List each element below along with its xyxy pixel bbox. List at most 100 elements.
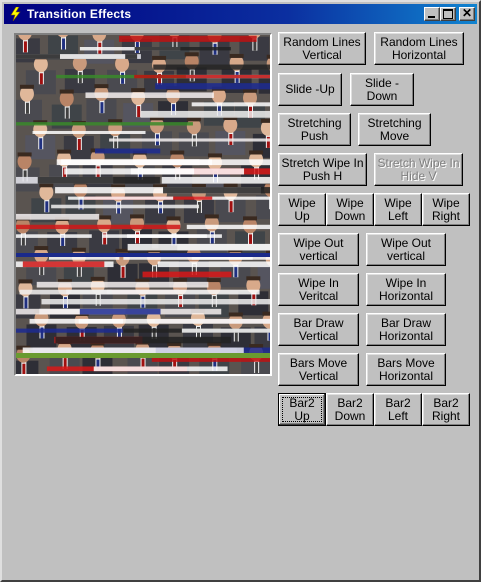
- hair: [170, 150, 185, 155]
- hair: [173, 278, 188, 283]
- tie: [45, 201, 49, 213]
- hair: [260, 118, 270, 123]
- button-label-line: Wipe: [432, 195, 460, 210]
- button-label-line: Wipe In: [385, 275, 427, 290]
- transition-stripe: [161, 176, 270, 184]
- hair: [34, 246, 49, 251]
- hair: [115, 248, 130, 253]
- button-label-line: Wipe: [384, 195, 412, 210]
- transition-stripe: [153, 64, 270, 70]
- button-label-line: Horizontal: [378, 288, 434, 303]
- hair: [39, 183, 54, 188]
- transition-stripe: [186, 224, 270, 230]
- wipe-down-button[interactable]: Wipe Down: [326, 193, 374, 226]
- bars-move-horizontal-button[interactable]: Bars Move Horizontal: [366, 353, 446, 386]
- wipe-out-vertical-button[interactable]: Wipe Out vertical: [278, 233, 359, 266]
- stretch-wipe-in-push-h-button[interactable]: Stretch Wipe In Push H: [278, 153, 367, 186]
- hair: [243, 216, 258, 221]
- button-label-line: Random Lines: [283, 34, 361, 49]
- transition-stripe: [85, 92, 214, 98]
- tie: [62, 38, 66, 50]
- button-label-line: Push H: [302, 168, 343, 183]
- button-label-line: Wipe Out: [380, 235, 431, 250]
- stretch-wipe-in-hide-v-button[interactable]: Stretch Wipe In Hide V: [374, 153, 463, 186]
- button-label-line: Bar2: [289, 395, 315, 410]
- transition-stripe: [61, 159, 212, 166]
- stretching-move-button[interactable]: Stretching Move: [358, 113, 431, 146]
- hair: [131, 88, 146, 93]
- bar2-up-button[interactable]: Bar2 Up: [278, 393, 326, 426]
- transition-stripe: [37, 176, 160, 184]
- button-label-line: Vertical: [298, 368, 339, 383]
- transition-stripe: [94, 148, 161, 154]
- button-label-line: Bar2: [385, 395, 411, 410]
- tie: [255, 362, 259, 374]
- tie: [210, 232, 214, 244]
- hair: [184, 52, 199, 57]
- bar-draw-horizontal-button[interactable]: Bar Draw Horizontal: [366, 313, 446, 346]
- button-label-line: vertical: [299, 248, 338, 263]
- transition-stripe: [163, 187, 270, 194]
- bar2-left-button[interactable]: Bar2 Left: [374, 393, 422, 426]
- transition-preview-image: [14, 33, 272, 376]
- transition-stripe: [134, 46, 231, 51]
- slide-down-button[interactable]: Slide -Down: [350, 73, 414, 106]
- tie: [39, 138, 43, 150]
- transition-stripe: [177, 243, 270, 251]
- random-lines-vertical-button[interactable]: Random Lines Vertical: [278, 32, 366, 65]
- button-label-line: Stretching: [367, 115, 422, 130]
- transition-stripe: [79, 308, 161, 315]
- tie: [77, 138, 81, 150]
- bar2-right-button[interactable]: Bar2 Right: [422, 393, 470, 426]
- transition-stripe: [16, 122, 193, 126]
- wipe-out-vertical-2-button[interactable]: Wipe Out vertical: [366, 233, 446, 266]
- transition-stripe: [41, 299, 270, 305]
- maximize-icon: [443, 9, 453, 19]
- button-label-line: Up: [294, 208, 310, 223]
- bar-draw-vertical-button[interactable]: Bar Draw Vertical: [278, 313, 359, 346]
- button-label-line: Left: [387, 208, 408, 223]
- wipe-up-button[interactable]: Wipe Up: [278, 193, 326, 226]
- minimize-icon: [428, 16, 435, 18]
- button-label-line: Wipe: [288, 195, 316, 210]
- button-label-line: Move: [379, 128, 410, 143]
- hair: [246, 276, 261, 281]
- hair: [262, 311, 270, 316]
- transition-stripe: [68, 196, 174, 200]
- wipe-in-vertical-button[interactable]: Wipe In Veritcal: [278, 273, 359, 306]
- transition-stripe: [59, 54, 126, 59]
- transition-stripe: [181, 328, 270, 333]
- bars-move-vertical-button[interactable]: Bars Move Vertical: [278, 353, 359, 386]
- tie: [249, 234, 253, 246]
- wipe-in-horizontal-button[interactable]: Wipe In Horizontal: [366, 273, 446, 306]
- wipe-left-button[interactable]: Wipe Left: [374, 193, 422, 226]
- random-lines-horizontal-button[interactable]: Random Lines Horizontal: [374, 32, 464, 65]
- button-label-line: Left: [387, 408, 408, 423]
- maximize-button[interactable]: [440, 7, 456, 21]
- button-label-line: Up: [294, 408, 310, 423]
- button-label-line: Down: [334, 408, 366, 423]
- transition-stripe: [32, 130, 146, 134]
- button-label-line: Bar2: [337, 395, 363, 410]
- button-label-line: Horizontal: [378, 328, 434, 343]
- transition-stripe: [16, 224, 181, 230]
- stretching-push-button[interactable]: Stretching Push: [278, 113, 351, 146]
- minimize-button[interactable]: [424, 7, 440, 21]
- transition-stripe: [19, 289, 112, 295]
- button-label-line: Hide V: [400, 168, 437, 183]
- button-label-line: Slide -Down: [364, 75, 399, 103]
- button-label-line: Stretch Wipe In: [281, 155, 364, 170]
- button-label-line: Right: [431, 208, 460, 223]
- wipe-right-button[interactable]: Wipe Right: [422, 193, 470, 226]
- button-label-line: Horizontal: [391, 47, 446, 62]
- button-label-line: Down: [334, 208, 366, 223]
- tie: [136, 232, 140, 244]
- bar2-down-button[interactable]: Bar2 Down: [326, 393, 374, 426]
- title-bar[interactable]: Transition Effects ✕: [4, 4, 477, 24]
- close-button[interactable]: ✕: [459, 6, 475, 21]
- hair: [71, 247, 86, 252]
- hair: [207, 153, 222, 158]
- tie: [137, 106, 141, 118]
- slide-up-button[interactable]: Slide -Up: [278, 73, 342, 106]
- hair: [90, 276, 105, 281]
